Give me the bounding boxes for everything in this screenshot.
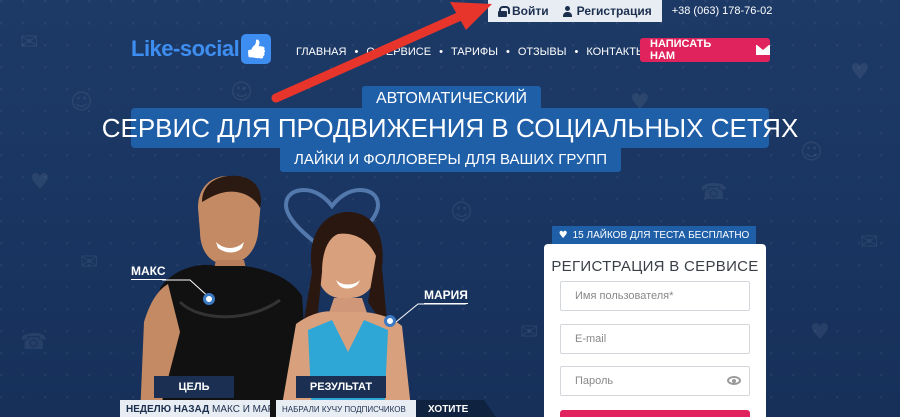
result-tab[interactable]: РЕЗУЛЬТАТ <box>296 376 386 398</box>
login-label: Войти <box>512 4 549 18</box>
nav-separator: • <box>574 46 579 58</box>
callout-dot-maria <box>384 315 396 327</box>
goal-tab[interactable]: ЦЕЛЬ <box>154 376 234 398</box>
write-us-label: НАПИСАТЬ НАМ <box>650 38 712 62</box>
nav-separator: • <box>506 46 510 58</box>
promo-text: 15 ЛАЙКОВ ДЛЯ ТЕСТА БЕСПЛАТНО <box>572 229 750 241</box>
hero-title: СЕРВИС ДЛЯ ПРОДВИЖЕНИЯ В СОЦИАЛЬНЫХ СЕТЯ… <box>102 108 798 148</box>
result-text-box: НАБРАЛИ КУЧУ ПОДПИСЧИКОВ <box>276 400 416 417</box>
auth-links: Войти Регистрация <box>488 0 662 22</box>
callout-dot-max <box>203 293 215 305</box>
nav-item-reviews[interactable]: ОТЗЫВЫ <box>518 46 567 58</box>
heart-icon: ♥ <box>558 229 568 241</box>
goal-text-box: НЕДЕЛЮ НАЗАД МАКС И МАРИЯ <box>120 400 270 417</box>
site-logo[interactable]: Like-social <box>131 34 272 64</box>
username-field[interactable]: Имя пользователя* <box>560 281 750 311</box>
goal-strong: НЕДЕЛЮ НАЗАД <box>126 404 210 415</box>
envelope-icon <box>756 45 770 55</box>
user-icon <box>562 5 572 17</box>
want-text-box: ХОТИТЕ <box>416 400 496 417</box>
top-auth-bar: Войти Регистрация +38 (063) 178-76-02 <box>488 0 782 22</box>
hero-subtitle: ЛАЙКИ И ФОЛЛОВЕРЫ ДЛЯ ВАШИХ ГРУПП <box>280 146 622 172</box>
register-link[interactable]: Регистрация <box>562 4 652 18</box>
free-likes-promo: ♥ 15 ЛАЙКОВ ДЛЯ ТЕСТА БЕСПЛАТНО <box>552 226 756 244</box>
registration-form: РЕГИСТРАЦИЯ В СЕРВИСЕ Имя пользователя* … <box>544 244 766 417</box>
email-placeholder: E-mail <box>575 333 607 345</box>
login-link[interactable]: Войти <box>498 4 549 18</box>
username-placeholder: Имя пользователя* <box>575 290 674 302</box>
eye-icon[interactable] <box>727 376 741 385</box>
callout-line-maria <box>395 303 466 323</box>
password-field[interactable]: Пароль <box>560 366 750 396</box>
logo-text: Like-social <box>131 36 240 61</box>
phone-number: +38 (063) 178-76-02 <box>671 5 773 17</box>
thumbs-up-icon <box>241 34 272 64</box>
nav-item-contacts[interactable]: КОНТАКТЫ <box>586 46 645 58</box>
goal-text: МАКС И МАРИЯ <box>212 404 270 415</box>
register-submit-button[interactable] <box>560 410 750 417</box>
password-placeholder: Пароль <box>575 375 614 387</box>
email-field[interactable]: E-mail <box>560 324 750 354</box>
register-label: Регистрация <box>576 4 652 18</box>
registration-title: РЕГИСТРАЦИЯ В СЕРВИСЕ <box>551 258 759 275</box>
write-us-button[interactable]: НАПИСАТЬ НАМ <box>640 38 770 62</box>
